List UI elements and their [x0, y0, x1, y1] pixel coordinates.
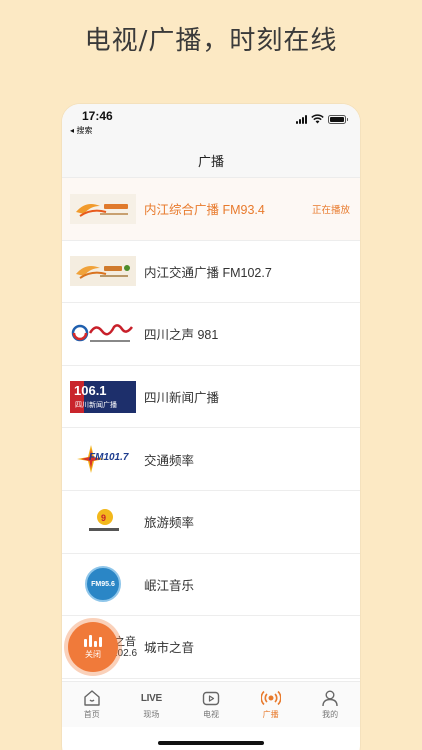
tab-live[interactable]: LIVE 现场 — [122, 682, 182, 727]
sichuan-voice-logo — [70, 317, 136, 351]
home-indicator[interactable] — [158, 741, 264, 745]
station-name: 四川之声 981 — [144, 328, 219, 343]
close-player-button[interactable]: 关闭 — [68, 622, 118, 672]
wifi-icon — [311, 114, 324, 124]
page-title: 广播 — [197, 155, 224, 170]
promo-headline: 电视/广播，时刻在线 — [84, 26, 338, 56]
fm1017-traffic-logo: FM101.7 — [70, 442, 136, 476]
fm106-subtitle: 四川新闻广播 — [75, 400, 117, 409]
tourism-radio-logo: 9 — [70, 505, 136, 539]
minjiang-music-logo: FM95.6 — [70, 566, 136, 603]
minjiang-freq-text: FM95.6 — [91, 580, 115, 588]
svg-text:9: 9 — [101, 513, 106, 523]
tab-home[interactable]: 首页 — [62, 682, 122, 727]
playing-bars-icon — [84, 634, 102, 647]
fm106-number: 106.1 — [74, 382, 107, 398]
neijiang-radio-logo — [70, 192, 136, 226]
live-icon: LIVE — [140, 692, 162, 704]
station-name: 内江综合广播 FM93.4 — [144, 203, 265, 218]
station-name: 岷江音乐 — [144, 578, 195, 593]
tab-home-label: 首页 — [83, 710, 100, 719]
user-icon — [322, 690, 338, 707]
broadcast-icon — [260, 690, 281, 706]
phone-screen: 17:46 ◂ 搜索 广播 内江综合广播 FM93.4 正在播放 内江交通广播 … — [62, 104, 360, 750]
station-row[interactable]: 106.1 四川新闻广播 四川新闻广播 — [62, 366, 360, 429]
status-time: 17:46 — [82, 109, 113, 123]
tab-bar: 首页 LIVE 现场 电视 广播 我的 — [62, 681, 360, 727]
tab-me-label: 我的 — [322, 710, 339, 719]
station-row[interactable]: 四川之声 981 — [62, 303, 360, 366]
status-bar: 17:46 ◂ 搜索 — [62, 104, 360, 140]
status-icons — [296, 114, 348, 124]
station-row[interactable]: 内江综合广播 FM93.4 正在播放 — [62, 178, 360, 241]
nav-bar: 广播 — [62, 140, 360, 178]
station-name: 旅游频率 — [144, 516, 195, 531]
tab-tv[interactable]: 电视 — [181, 682, 241, 727]
tab-tv-label: 电视 — [202, 710, 219, 719]
battery-icon — [328, 114, 348, 124]
close-player-label: 关闭 — [85, 649, 101, 659]
sichuan-news-106-logo: 106.1 四川新闻广播 — [70, 380, 136, 414]
fm1017-text: FM101.7 — [89, 452, 129, 464]
tab-radio[interactable]: 广播 — [241, 682, 301, 727]
back-to-search-link[interactable]: ◂ 搜索 — [70, 125, 93, 136]
tab-me[interactable]: 我的 — [300, 682, 360, 727]
station-name: 内江交通广播 FM102.7 — [144, 265, 272, 280]
station-row[interactable]: FM101.7 交通频率 — [62, 428, 360, 491]
home-icon — [84, 690, 100, 706]
station-name: 城市之音 — [144, 641, 195, 656]
station-list: 内江综合广播 FM93.4 正在播放 内江交通广播 FM102.7 四川之声 9… — [62, 178, 360, 679]
tv-icon — [202, 691, 220, 706]
neijiang-traffic-radio-logo — [70, 254, 136, 288]
station-row[interactable]: FM95.6 岷江音乐 — [62, 554, 360, 617]
signal-icon — [296, 114, 307, 124]
station-name: 交通频率 — [144, 453, 195, 468]
station-row[interactable]: 内江交通广播 FM102.7 — [62, 241, 360, 304]
station-name: 四川新闻广播 — [144, 391, 220, 406]
tab-live-label: 现场 — [143, 710, 160, 719]
now-playing-label: 正在播放 — [311, 204, 350, 216]
station-row[interactable]: 9 旅游频率 — [62, 491, 360, 554]
tab-radio-label: 广播 — [262, 710, 279, 719]
